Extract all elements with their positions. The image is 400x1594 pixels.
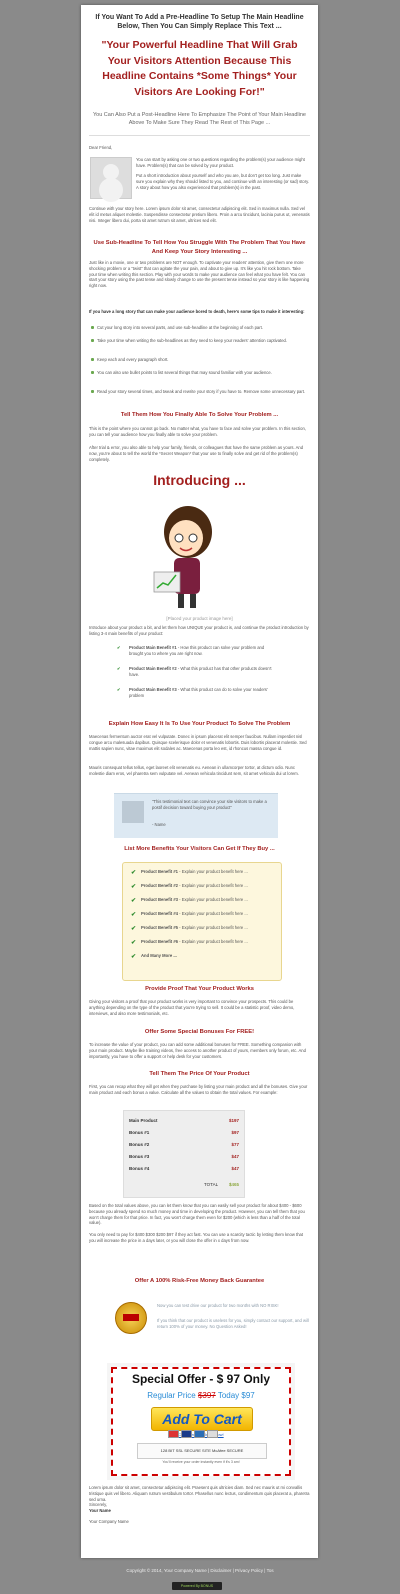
after-price-paragraph-1: Based on the total values above, you can…	[89, 1203, 305, 1226]
main-benefit-item: ✔ Product Main Benefit #3 - What this pr…	[117, 687, 268, 698]
sub-headline-guarantee: Offer A 100% Risk-Free Money Back Guaran…	[134, 1278, 265, 1284]
solve-paragraph-2: After trial & error, you also able to he…	[89, 445, 304, 462]
check-icon: ✔	[117, 645, 121, 650]
introducing-heading: Introducing ...	[153, 472, 246, 488]
price-row: Bonus #1 $97	[129, 1130, 239, 1135]
check-icon: ✔	[131, 884, 137, 890]
sub-headline-more-benefits: List More Benefits Your Visitors Can Get…	[124, 846, 275, 852]
check-icon: ✔	[131, 926, 137, 932]
story-paragraph: Just like in a movie, one or two problem…	[89, 260, 310, 289]
product-character-image	[153, 506, 212, 608]
intro-paragraph-3: Continue with your story here. Lorem ips…	[89, 206, 310, 223]
price-recap-table: Main Product $197 Bonus #1 $97 Bonus #2 $77…	[123, 1110, 245, 1198]
benefit-item: ✔ And Many More ...	[131, 953, 177, 960]
pre-headline: If You Want To Add a Pre-Headline To Set…	[95, 14, 304, 30]
post-headline: You Can Also Put a Post-Headline Here To…	[92, 112, 306, 126]
company-name: Your Company Name	[89, 1519, 129, 1524]
check-icon: ✔	[131, 954, 137, 960]
divider	[89, 135, 310, 136]
testimonial-avatar	[122, 801, 144, 823]
intro-paragraph-1: You can start by asking one or two quest…	[136, 157, 305, 168]
price-row: Main Product $197	[129, 1118, 239, 1123]
payment-cards-icon	[168, 1430, 218, 1438]
bonus-paragraph: To increase the value of your product, y…	[89, 1042, 306, 1059]
closing-paragraph: Lorem ipsum dolor sit amet, consectetur …	[89, 1485, 310, 1502]
price-row: Bonus #2 $77	[129, 1142, 239, 1147]
product-image-caption: [Placed your product image here]	[166, 616, 233, 621]
proof-paragraph: Giving your visitors a proof that your p…	[89, 999, 295, 1016]
main-headline: "Your Powerful Headline That Will Grab Y…	[101, 39, 298, 98]
testimonial-box: "This testimonial text can convince your…	[114, 793, 278, 838]
price-row: Bonus #3 $47	[129, 1154, 239, 1159]
sub-headline-proof: Provide Proof That Your Product Works	[145, 986, 254, 992]
secure-badges: 128 BIT SSL SECURE SITE McAfee SECURE	[137, 1443, 267, 1459]
price-total-row: TOTAL $465	[204, 1182, 239, 1187]
sub-headline-price: Tell Them The Price Of Your Product	[149, 1071, 250, 1077]
testimonial-name: - Name	[152, 822, 166, 827]
check-icon: ✔	[131, 912, 137, 918]
guarantee-seal-icon	[115, 1302, 147, 1334]
powered-by-badge[interactable]: Powered By BONUS	[172, 1582, 222, 1590]
greeting: Dear Friend,	[89, 145, 113, 150]
solve-paragraph-1: This is the point where you cannot go ba…	[89, 426, 306, 437]
benefit-item: ✔ Product Benefit #3 - Explain your produ…	[131, 897, 248, 904]
tip-item: You can also use bullet points to list s…	[91, 370, 310, 376]
use-paragraph-1: Maecenas fermentum auctor erat vel vulpu…	[89, 734, 307, 751]
check-icon: ✔	[117, 687, 121, 692]
check-icon: ✔	[131, 898, 137, 904]
regular-price: Regular Price $397 Today $97	[147, 1391, 255, 1400]
signature-name: Your Name	[89, 1508, 111, 1513]
sub-headline-solve: Tell Them How You Finally Able To Solve …	[120, 412, 279, 418]
after-price-paragraph-2: You only need to pay for $400 $300 $200 …	[89, 1232, 304, 1243]
benefits-box: ✔ Product Benefit #1 - Explain your produ…	[122, 862, 282, 981]
check-icon: ✔	[131, 940, 137, 946]
intro-paragraph-2: Put a short introduction about yourself …	[136, 173, 310, 190]
price-row: Bonus #4 $47	[129, 1166, 239, 1171]
sub-headline-easy-use: Explain How Easy It Is To Use Your Produ…	[108, 721, 291, 727]
footer-links[interactable]: Copyright © 2014, Your Company Name | Di…	[0, 1568, 400, 1573]
benefit-item: ✔ Product Benefit #5 - Explain your produ…	[131, 925, 248, 932]
add-to-cart-button[interactable]: Add To Cart	[151, 1407, 253, 1431]
testimonial-text: "This testimonial text can convince your…	[152, 799, 267, 810]
check-icon: ✔	[131, 870, 137, 876]
special-offer-box: Special Offer - $ 97 Only Regular Price …	[107, 1363, 295, 1480]
main-benefit-item: ✔ Product Main Benefit #2 - What this pr…	[117, 666, 272, 677]
main-benefit-item: ✔ Product Main Benefit #1 - How this pro…	[117, 645, 265, 656]
author-photo	[90, 157, 132, 199]
offer-title: Special Offer - $ 97 Only	[131, 1372, 271, 1386]
tips-intro: If you have a long story that can make y…	[89, 309, 305, 314]
tip-item: Cut your long story into several parts, …	[91, 325, 310, 331]
benefit-item: ✔ Product Benefit #6 - Explain your produ…	[131, 939, 248, 946]
price-paragraph: First, you can recap what they will get …	[89, 1084, 308, 1095]
benefit-item: ✔ Product Benefit #1 - Explain your produ…	[131, 869, 248, 876]
benefit-item: ✔ Product Benefit #4 - Explain your produ…	[131, 911, 248, 918]
sub-headline-struggle: Use Sub-Headline To Tell How You Struggl…	[93, 240, 306, 255]
tip-item: Take your time when writing the sub-head…	[91, 338, 310, 344]
sales-page: If You Want To Add a Pre-Headline To Set…	[81, 5, 318, 1558]
guarantee-text-1: Now you can test drive our product for t…	[157, 1303, 279, 1308]
guarantee-text-2: If you think that our product is useless…	[157, 1318, 309, 1329]
product-intro: Introduce about your product a bit, and …	[89, 625, 309, 636]
use-paragraph-2: Mauris consequat tellus tellus, eget lao…	[89, 765, 299, 776]
check-icon: ✔	[117, 666, 121, 671]
sincerely: Sincerely,	[89, 1502, 108, 1507]
tip-item: Keep each and every paragraph short.	[91, 357, 310, 363]
tip-item: Read your story several times, and tweak…	[91, 389, 310, 395]
instant-access-note: You'll receive your order instantly even…	[162, 1460, 240, 1464]
benefit-item: ✔ Product Benefit #2 - Explain your produ…	[131, 883, 248, 890]
sub-headline-bonuses: Offer Some Special Bonuses For FREE!	[144, 1029, 255, 1035]
